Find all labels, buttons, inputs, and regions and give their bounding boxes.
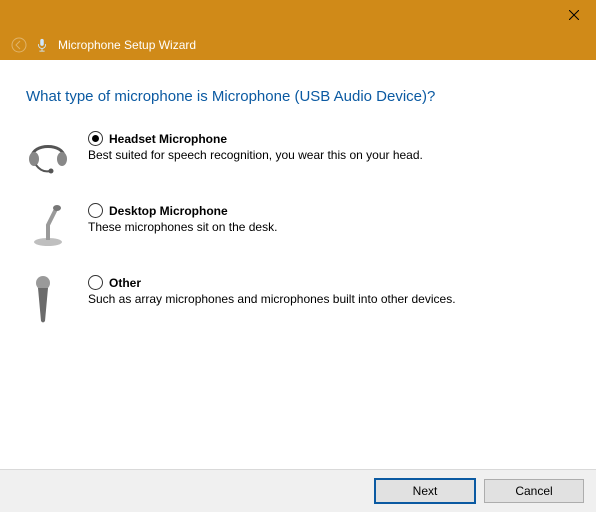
option-other[interactable]: Other Such as array microphones and micr…: [26, 275, 570, 325]
close-icon: [569, 10, 579, 20]
handheld-mic-icon: [26, 275, 88, 325]
option-headset[interactable]: Headset Microphone Best suited for speec…: [26, 131, 570, 175]
footer-bar: Next Cancel: [0, 469, 596, 512]
titlebar: [0, 0, 596, 30]
window-title: Microphone Setup Wizard: [58, 38, 196, 52]
page-heading: What type of microphone is Microphone (U…: [26, 88, 570, 105]
microphone-icon: [34, 37, 50, 53]
back-button: [10, 36, 28, 54]
option-desktop[interactable]: Desktop Microphone These microphones sit…: [26, 203, 570, 247]
content-area: What type of microphone is Microphone (U…: [0, 60, 596, 325]
option-description: Best suited for speech recognition, you …: [88, 148, 570, 162]
desktop-mic-icon: [26, 203, 88, 247]
next-button[interactable]: Next: [374, 478, 476, 504]
close-button[interactable]: [551, 0, 596, 30]
header-bar: Microphone Setup Wizard: [0, 30, 596, 60]
back-arrow-icon: [11, 37, 27, 53]
option-description: These microphones sit on the desk.: [88, 220, 570, 234]
radio-headset[interactable]: [88, 131, 103, 146]
option-label: Desktop Microphone: [109, 204, 228, 218]
radio-desktop[interactable]: [88, 203, 103, 218]
option-description: Such as array microphones and microphone…: [88, 292, 570, 306]
headset-icon: [26, 131, 88, 175]
option-label: Other: [109, 276, 141, 290]
option-label: Headset Microphone: [109, 132, 227, 146]
wizard-window: Microphone Setup Wizard What type of mic…: [0, 0, 596, 512]
radio-other[interactable]: [88, 275, 103, 290]
cancel-button[interactable]: Cancel: [484, 479, 584, 503]
